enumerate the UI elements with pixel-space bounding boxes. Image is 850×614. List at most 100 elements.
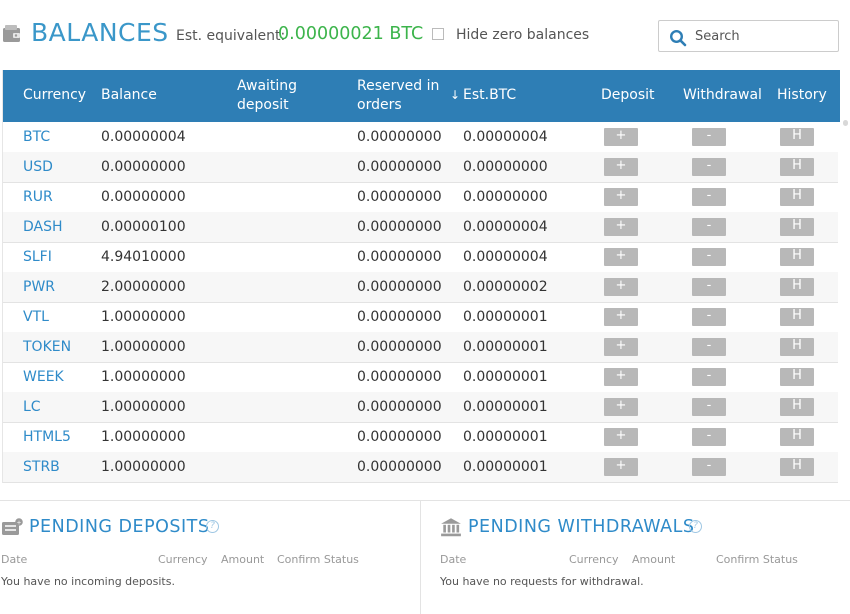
wallet-icon	[3, 25, 20, 42]
help-icon[interactable]: ?	[206, 520, 219, 533]
help-icon[interactable]: ?	[689, 520, 702, 533]
col-awaiting-deposit[interactable]: Awaiting deposit	[237, 77, 297, 115]
search-icon[interactable]	[669, 29, 687, 47]
reserved-cell: 0.00000000	[357, 309, 442, 325]
deposit-button[interactable]: +	[604, 458, 638, 476]
currency-link[interactable]: PWR	[23, 279, 55, 295]
reserved-cell: 0.00000000	[357, 459, 442, 475]
withdraw-button[interactable]: -	[692, 338, 726, 356]
col-est-btc[interactable]: Est.BTC	[463, 86, 516, 105]
deposit-button[interactable]: +	[604, 128, 638, 146]
currency-link[interactable]: HTML5	[23, 429, 71, 445]
history-button[interactable]: H	[780, 158, 814, 176]
currency-link[interactable]: WEEK	[23, 369, 64, 385]
table-row: STRB 1.00000000 0.00000000 0.00000001 + - H	[3, 452, 838, 483]
deposit-button[interactable]: +	[604, 248, 638, 266]
withdraw-button[interactable]: -	[692, 278, 726, 296]
deposit-button[interactable]: +	[604, 308, 638, 326]
withdraw-button[interactable]: -	[692, 218, 726, 236]
history-button[interactable]: H	[780, 188, 814, 206]
balance-cell: 1.00000000	[101, 339, 186, 355]
reserved-cell: 0.00000000	[357, 399, 442, 415]
est-equivalent-value: 0.00000021 BTC	[278, 24, 424, 44]
currency-link[interactable]: VTL	[23, 309, 49, 325]
history-button[interactable]: H	[780, 368, 814, 386]
table-row: TOKEN 1.00000000 0.00000000 0.00000001 + - H	[3, 332, 838, 363]
withdraw-button[interactable]: -	[692, 398, 726, 416]
history-button[interactable]: H	[780, 398, 814, 416]
scrollbar-thumb[interactable]	[843, 120, 848, 126]
reserved-cell: 0.00000000	[357, 429, 442, 445]
withdraw-button[interactable]: -	[692, 188, 726, 206]
col-currency[interactable]: Currency	[23, 86, 86, 105]
history-button[interactable]: H	[780, 128, 814, 146]
withdrawals-col-currency: Currency	[569, 553, 619, 566]
currency-link[interactable]: LC	[23, 399, 41, 415]
currency-link[interactable]: RUR	[23, 189, 53, 205]
withdraw-button[interactable]: -	[692, 458, 726, 476]
currency-link[interactable]: SLFI	[23, 249, 52, 265]
currency-link[interactable]: BTC	[23, 129, 50, 145]
col-deposit: Deposit	[601, 87, 655, 103]
deposit-button[interactable]: +	[604, 368, 638, 386]
table-row: HTML5 1.00000000 0.00000000 0.00000001 + - H	[3, 422, 838, 453]
withdraw-button[interactable]: -	[692, 248, 726, 266]
bank-icon	[441, 518, 461, 537]
table-row: USD 0.00000000 0.00000000 0.00000000 + - H	[3, 152, 838, 183]
balance-cell: 1.00000000	[101, 459, 186, 475]
history-button[interactable]: H	[780, 308, 814, 326]
deposit-button[interactable]: +	[604, 428, 638, 446]
est-btc-cell: 0.00000002	[463, 279, 548, 295]
reserved-cell: 0.00000000	[357, 159, 442, 175]
hide-zero-checkbox[interactable]	[432, 28, 444, 40]
history-button[interactable]: H	[780, 278, 814, 296]
history-button[interactable]: H	[780, 428, 814, 446]
withdraw-button[interactable]: -	[692, 308, 726, 326]
currency-link[interactable]: TOKEN	[23, 339, 71, 355]
history-button[interactable]: H	[780, 458, 814, 476]
col-reserved-in-orders[interactable]: Reserved in orders	[357, 77, 439, 115]
reserved-cell: 0.00000000	[357, 189, 442, 205]
est-equivalent-label: Est. equivalent:	[176, 28, 286, 44]
balance-cell: 0.00000000	[101, 189, 186, 205]
history-button[interactable]: H	[780, 218, 814, 236]
search-input[interactable]	[695, 25, 831, 47]
inbox-icon: +	[2, 518, 23, 535]
search-box[interactable]	[658, 20, 839, 52]
currency-link[interactable]: USD	[23, 159, 53, 175]
balance-cell: 1.00000000	[101, 369, 186, 385]
deposit-button[interactable]: +	[604, 188, 638, 206]
est-btc-cell: 0.00000004	[463, 219, 548, 235]
withdraw-button[interactable]: -	[692, 128, 726, 146]
est-btc-cell: 0.00000004	[463, 249, 548, 265]
pending-withdrawals-title: PENDING WITHDRAWALS	[468, 517, 695, 537]
history-button[interactable]: H	[780, 338, 814, 356]
est-btc-cell: 0.00000000	[463, 189, 548, 205]
deposit-button[interactable]: +	[604, 398, 638, 416]
withdraw-button[interactable]: -	[692, 428, 726, 446]
table-row: RUR 0.00000000 0.00000000 0.00000000 + - H	[3, 182, 838, 213]
history-button[interactable]: H	[780, 248, 814, 266]
est-btc-cell: 0.00000001	[463, 399, 548, 415]
deposits-empty-message: You have no incoming deposits.	[1, 575, 175, 588]
withdrawals-col-confirm-status: Confirm Status	[716, 553, 798, 566]
table-row: BTC 0.00000004 0.00000000 0.00000004 + - H	[3, 122, 838, 153]
deposit-button[interactable]: +	[604, 278, 638, 296]
sort-down-icon[interactable]: ↓	[450, 86, 460, 105]
hide-zero-label[interactable]: Hide zero balances	[456, 27, 589, 43]
balance-cell: 1.00000000	[101, 309, 186, 325]
currency-link[interactable]: STRB	[23, 459, 60, 475]
deposit-button[interactable]: +	[604, 158, 638, 176]
deposit-button[interactable]: +	[604, 338, 638, 356]
withdraw-button[interactable]: -	[692, 158, 726, 176]
table-row: WEEK 1.00000000 0.00000000 0.00000001 + - H	[3, 362, 838, 393]
deposit-button[interactable]: +	[604, 218, 638, 236]
balances-table: Currency Balance Awaiting deposit Reserv…	[2, 70, 840, 483]
withdraw-button[interactable]: -	[692, 368, 726, 386]
est-btc-cell: 0.00000004	[463, 129, 548, 145]
currency-link[interactable]: DASH	[23, 219, 63, 235]
est-btc-cell: 0.00000001	[463, 429, 548, 445]
reserved-cell: 0.00000000	[357, 279, 442, 295]
withdrawals-empty-message: You have no requests for withdrawal.	[440, 575, 644, 588]
col-balance[interactable]: Balance	[101, 86, 157, 105]
